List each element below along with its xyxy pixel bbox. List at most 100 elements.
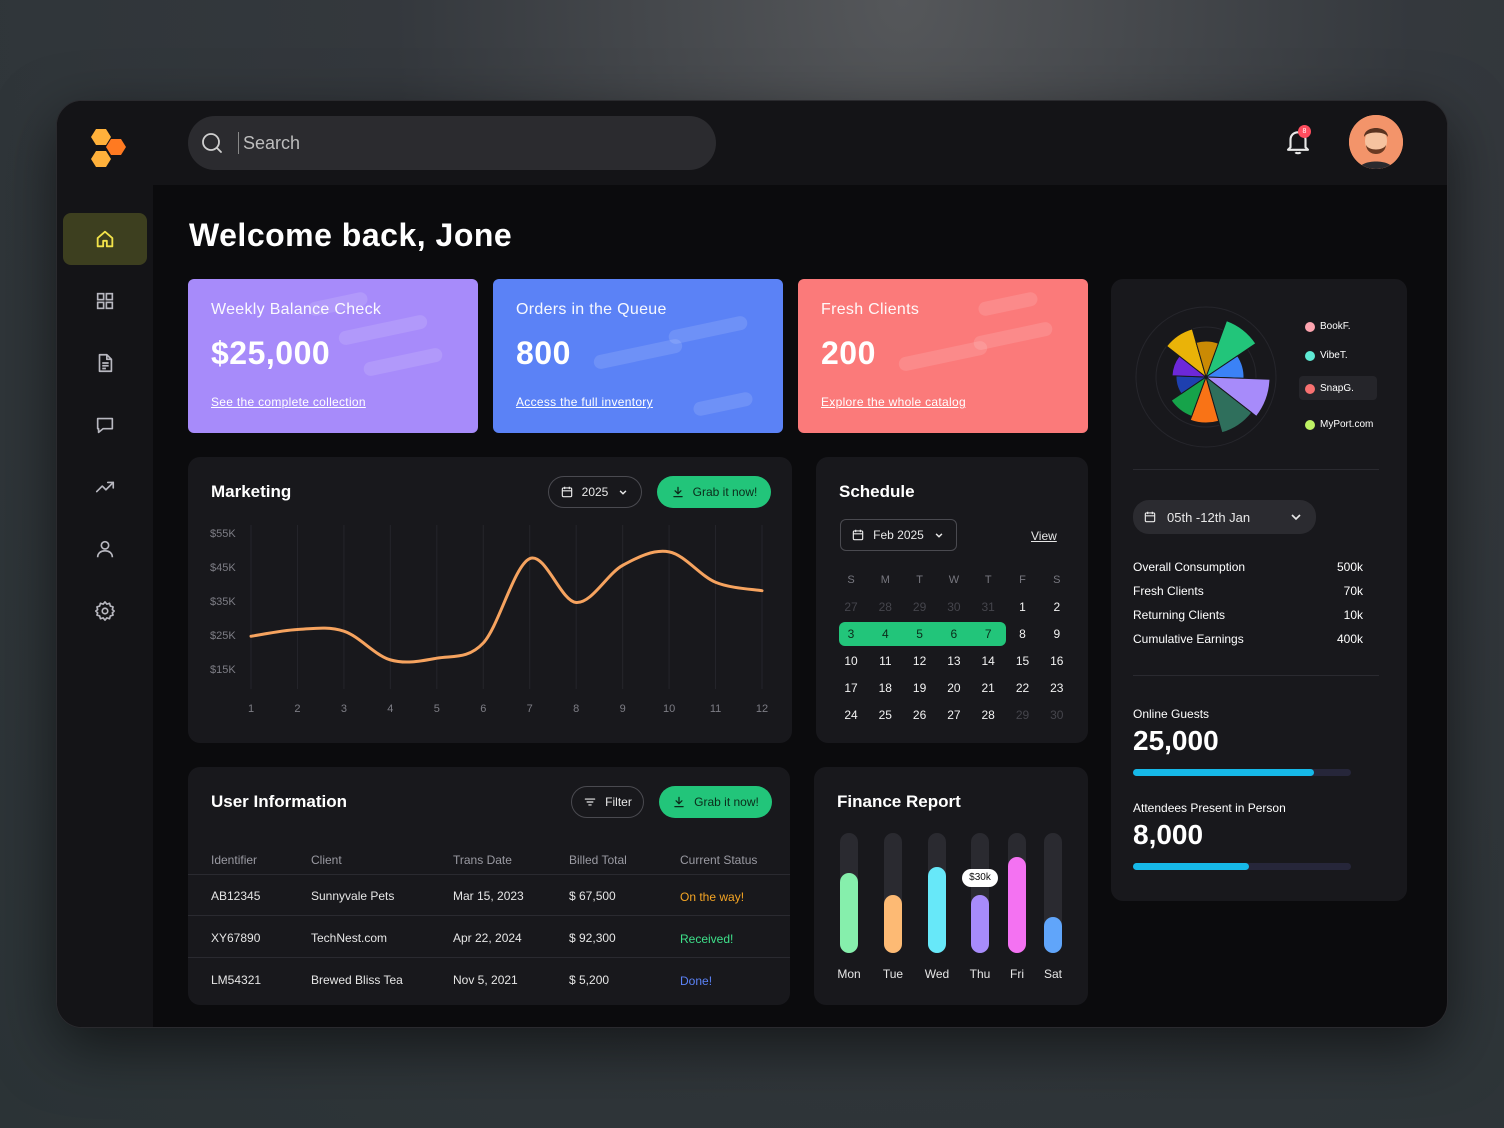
calendar-day[interactable]: 18: [873, 681, 897, 695]
calendar-day[interactable]: 8: [1011, 627, 1035, 641]
calendar-day[interactable]: 11: [873, 654, 897, 668]
calendar-day[interactable]: 25: [873, 708, 897, 722]
calendar-day[interactable]: 23: [1045, 681, 1069, 695]
legend-item[interactable]: SnapG.: [1305, 383, 1354, 394]
x-tick-label: 5: [433, 703, 440, 715]
card-link[interactable]: Access the full inventory: [516, 395, 653, 409]
stat-label: Overall Consumption: [1133, 560, 1246, 574]
calendar-day[interactable]: 19: [908, 681, 932, 695]
nav-settings[interactable]: [63, 585, 147, 637]
calendar-day[interactable]: 21: [976, 681, 1000, 695]
nav-profile[interactable]: [63, 523, 147, 575]
calendar-day[interactable]: 28: [976, 708, 1000, 722]
nav-analytics[interactable]: [63, 461, 147, 513]
trending-up-icon: [95, 481, 115, 493]
filter-label: Filter: [605, 795, 632, 809]
grab-label: Grab it now!: [692, 485, 758, 499]
date-range-select[interactable]: 05th -12th Jan: [1133, 500, 1316, 534]
legend-item[interactable]: MyPort.com: [1305, 419, 1373, 430]
page-title: Welcome back, Jone: [189, 217, 513, 253]
calendar-day[interactable]: 27: [942, 708, 966, 722]
search-input[interactable]: [243, 132, 683, 154]
calendar-day[interactable]: 6: [942, 627, 966, 641]
month-value: Feb 2025: [873, 528, 924, 542]
attendees-progress: [1133, 863, 1351, 870]
year-select[interactable]: 2025: [548, 476, 642, 508]
weekday-label: F: [1019, 574, 1026, 586]
finance-bar-track[interactable]: [1044, 833, 1062, 953]
calendar-day[interactable]: 24: [839, 708, 863, 722]
month-select[interactable]: Feb 2025: [840, 519, 957, 551]
schedule-panel: Schedule Feb 2025 View S M T W T F S 27 28 29 30 31…: [816, 457, 1088, 743]
card-value: 200: [821, 335, 876, 371]
card-link[interactable]: See the complete collection: [211, 395, 366, 409]
calendar-day[interactable]: 29: [908, 600, 932, 614]
top-bar: 8: [153, 101, 1447, 185]
column-header: Current Status: [680, 853, 758, 867]
finance-bar-track[interactable]: [971, 833, 989, 953]
schedule-view-link[interactable]: View: [1031, 529, 1057, 543]
filter-button[interactable]: Filter: [571, 786, 644, 818]
chevron-down-icon: [619, 490, 627, 495]
calendar-day[interactable]: 12: [908, 654, 932, 668]
grab-label: Grab it now!: [694, 795, 759, 809]
calendar-day[interactable]: 26: [908, 708, 932, 722]
stat-label: Returning Clients: [1133, 608, 1226, 622]
grid-icon: [96, 292, 114, 310]
finance-bar-track[interactable]: [1008, 833, 1026, 953]
calendar-day[interactable]: 4: [873, 627, 897, 641]
calendar-day[interactable]: 13: [942, 654, 966, 668]
weekly-balance-card: Weekly Balance Check $25,000 See the com…: [188, 279, 478, 433]
finance-bar-track[interactable]: [884, 833, 902, 953]
y-tick-label: $55K: [210, 528, 236, 540]
calendar-day[interactable]: 22: [1011, 681, 1035, 695]
logo-icon: [91, 129, 126, 167]
users-grab-button[interactable]: Grab it now!: [659, 786, 772, 818]
bar-day-label: Thu: [969, 967, 991, 981]
card-title: Weekly Balance Check: [211, 301, 382, 318]
nav-messages[interactable]: [63, 399, 147, 451]
marketing-panel: Marketing 2025 Grab it now! $55K $45K $35K…: [188, 457, 792, 743]
calendar-day[interactable]: 10: [839, 654, 863, 668]
calendar-day[interactable]: 17: [839, 681, 863, 695]
search-bar[interactable]: [188, 116, 716, 170]
calendar-day[interactable]: 5: [908, 627, 932, 641]
nav-dashboard[interactable]: [63, 275, 147, 327]
bar-day-label: Fri: [1010, 967, 1024, 981]
nav-home[interactable]: [63, 213, 147, 265]
calendar-day[interactable]: 31: [976, 600, 1000, 614]
table-cell-client: Sunnyvale Pets: [311, 889, 395, 903]
calendar-day[interactable]: 27: [839, 600, 863, 614]
table-cell-date: Mar 15, 2023: [453, 889, 524, 903]
calendar-day[interactable]: 7: [976, 627, 1000, 641]
finance-bar-track[interactable]: [840, 833, 858, 953]
user-info-panel: User Information Filter Grab it now! Ide…: [188, 767, 790, 1005]
legend-item[interactable]: BookF.: [1305, 321, 1351, 332]
calendar-day[interactable]: 28: [873, 600, 897, 614]
table-cell-total: $ 67,500: [569, 889, 616, 903]
marketing-title: Marketing: [211, 482, 292, 501]
sidebar: [57, 101, 153, 1027]
marketing-grab-button[interactable]: Grab it now!: [657, 476, 771, 508]
calendar-day[interactable]: 29: [1011, 708, 1035, 722]
legend-item[interactable]: VibeT.: [1305, 350, 1348, 361]
calendar-day[interactable]: 9: [1045, 627, 1069, 641]
calendar-day[interactable]: 30: [1045, 708, 1069, 722]
calendar-day[interactable]: 15: [1011, 654, 1035, 668]
calendar-day[interactable]: 1: [1011, 600, 1035, 614]
calendar-day[interactable]: 2: [1045, 600, 1069, 614]
calendar-day[interactable]: 16: [1045, 654, 1069, 668]
nav-documents[interactable]: [63, 337, 147, 389]
attendees-label: Attendees Present in Person: [1133, 801, 1286, 815]
card-link[interactable]: Explore the whole catalog: [821, 395, 966, 409]
finance-bar-track[interactable]: [928, 833, 946, 953]
calendar-day[interactable]: 20: [942, 681, 966, 695]
calendar-day[interactable]: 3: [839, 627, 863, 641]
x-tick-label: 2: [294, 703, 301, 715]
year-value: 2025: [581, 485, 609, 499]
card-value: $25,000: [211, 335, 331, 371]
avatar[interactable]: [1349, 115, 1403, 169]
calendar-day[interactable]: 14: [976, 654, 1000, 668]
legend-label: MyPort.com: [1320, 419, 1374, 430]
calendar-day[interactable]: 30: [942, 600, 966, 614]
